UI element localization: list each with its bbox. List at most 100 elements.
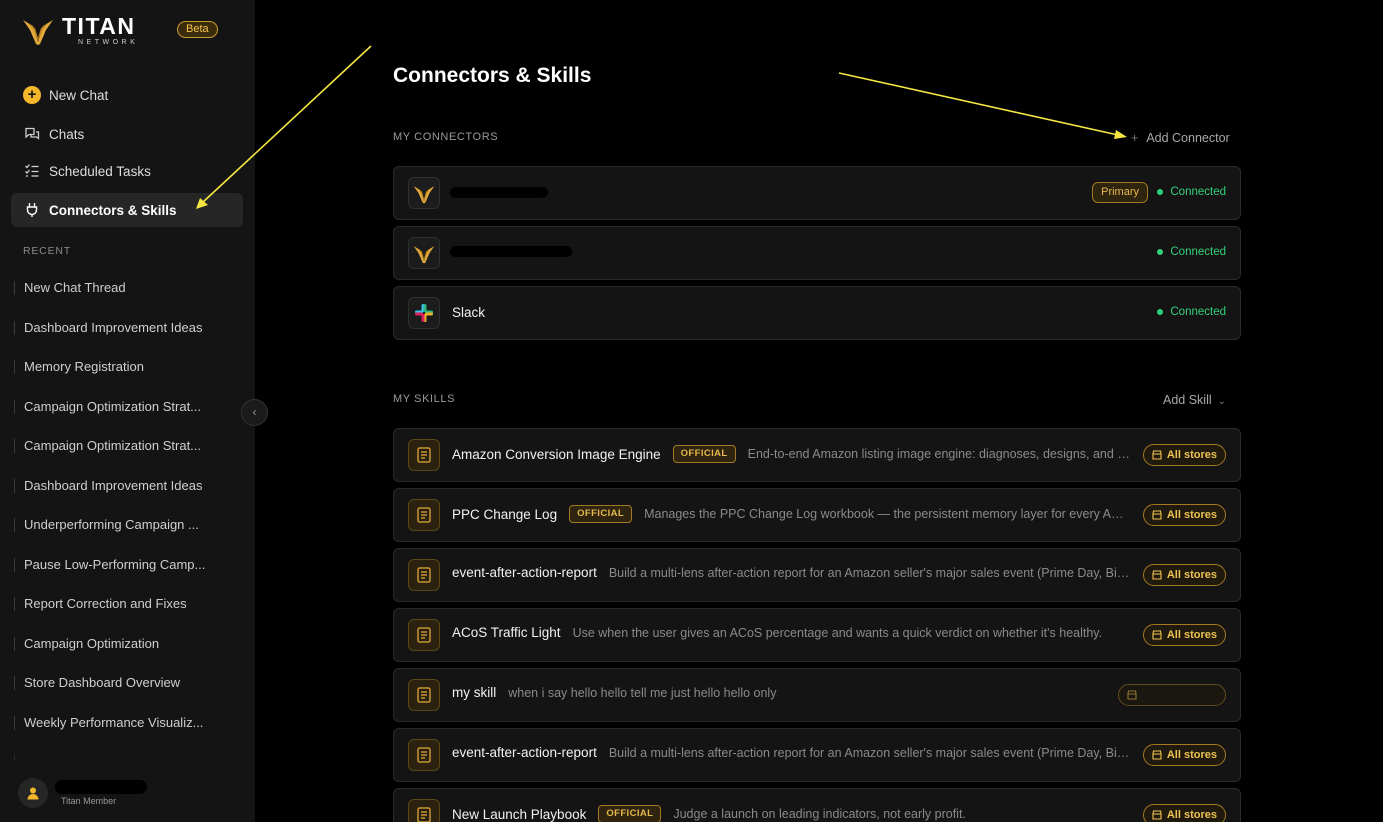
skill-card[interactable]: my skill when i say hello hello tell me …	[393, 668, 1241, 722]
recent-chat-item[interactable]: New Chat Thread	[14, 281, 214, 295]
skill-card[interactable]: PPC Change Log OFFICIAL Manages the PPC …	[393, 488, 1241, 542]
connector-logo	[408, 237, 440, 269]
redacted-user-name	[55, 780, 147, 794]
recent-chat-item[interactable]: Weekly Performance Visualiz...	[14, 716, 214, 730]
connector-card[interactable]: Connected	[393, 226, 1241, 280]
official-badge: OFFICIAL	[598, 805, 662, 822]
skill-description: when i say hello hello tell me just hell…	[508, 685, 777, 700]
titan-logo-icon	[413, 186, 435, 204]
annotation-arrow-add-connector	[838, 72, 1127, 139]
store-scope-badge[interactable]: All stores	[1142, 564, 1226, 586]
store-scope-label: All stores	[1166, 629, 1217, 641]
skill-card[interactable]: event-after-action-report Build a multi-…	[393, 548, 1241, 602]
store-scope-badge[interactable]: All stores	[1142, 444, 1226, 466]
store-scope-label: All stores	[1166, 569, 1217, 581]
document-icon	[408, 499, 440, 531]
connector-logo	[408, 297, 440, 329]
store-icon	[1152, 450, 1162, 460]
brand-logo[interactable]: TITAN NETWORK	[22, 14, 138, 46]
skill-name: event-after-action-report	[452, 745, 597, 760]
recent-chat-item[interactable]: Pause Low-Performing Camp...	[14, 558, 214, 572]
nav-label-connectors-skills: Connectors & Skills	[49, 202, 177, 218]
sidebar: TITAN NETWORK Beta + New Chat Chats Sche…	[0, 0, 255, 822]
store-scope-badge[interactable]: All stores	[1142, 804, 1226, 822]
add-connector-button[interactable]: + Add Connector	[1131, 131, 1230, 145]
beta-badge: Beta	[177, 21, 218, 38]
store-icon	[1127, 690, 1137, 700]
recent-chat-item[interactable]: Report Correction and Fixes	[14, 597, 214, 611]
skill-name: New Launch Playbook	[452, 806, 587, 822]
add-skill-label: Add Skill	[1163, 393, 1212, 407]
recent-chat-item-partial[interactable]	[14, 755, 214, 761]
skill-description: Build a multi-lens after-action report f…	[608, 565, 1130, 580]
connector-name: Slack	[452, 305, 486, 320]
nav-item-connectors-skills[interactable]: Connectors & Skills	[11, 193, 243, 227]
recent-chat-item[interactable]: Dashboard Improvement Ideas	[14, 479, 214, 493]
store-scope-label: All stores	[1166, 509, 1217, 521]
store-scope-label: All stores	[1166, 809, 1217, 821]
skills-section-label: MY SKILLS	[393, 393, 456, 405]
recent-chat-item[interactable]: Memory Registration	[14, 360, 214, 374]
new-chat-button[interactable]: + New Chat	[11, 78, 243, 112]
recent-chat-item[interactable]: Underperforming Campaign ...	[14, 518, 214, 532]
nav-item-chats[interactable]: Chats	[11, 117, 243, 151]
status-dot	[1157, 189, 1164, 195]
plus-icon: +	[1131, 131, 1139, 145]
nav-item-scheduled-tasks[interactable]: Scheduled Tasks	[11, 154, 243, 188]
recent-chat-item[interactable]: Campaign Optimization Strat...	[14, 439, 214, 453]
store-scope-badge[interactable]: All stores	[1142, 744, 1226, 766]
connection-status: Connected	[1157, 186, 1226, 198]
nav-label-scheduled-tasks: Scheduled Tasks	[49, 163, 151, 179]
recent-chat-item[interactable]: Dashboard Improvement Ideas	[14, 321, 214, 335]
document-icon	[408, 439, 440, 471]
document-icon	[408, 559, 440, 591]
skill-description: Manages the PPC Change Log workbook — th…	[644, 507, 1130, 521]
skill-card[interactable]: ACoS Traffic Light Use when the user giv…	[393, 608, 1241, 662]
redacted-connector-name	[450, 187, 548, 198]
chat-bubbles-icon	[23, 125, 41, 143]
skill-name: Amazon Conversion Image Engine	[452, 446, 661, 462]
brand-name: TITAN	[62, 12, 136, 39]
skill-name: PPC Change Log	[452, 506, 558, 522]
connector-logo	[408, 177, 440, 209]
user-role: Titan Member	[61, 796, 117, 806]
collapse-sidebar-button[interactable]: ‹	[241, 399, 268, 426]
official-badge: OFFICIAL	[672, 445, 736, 463]
page-title: Connectors & Skills	[393, 64, 592, 87]
official-badge: OFFICIAL	[569, 505, 633, 523]
status-dot	[1157, 309, 1164, 315]
skill-card[interactable]: Amazon Conversion Image Engine OFFICIAL …	[393, 428, 1241, 482]
connection-status: Connected	[1157, 246, 1226, 258]
skill-name: my skill	[452, 685, 497, 700]
skill-name: ACoS Traffic Light	[452, 625, 561, 640]
store-icon	[1152, 810, 1162, 820]
store-scope-badge[interactable]: All stores	[1142, 624, 1226, 646]
store-scope-badge[interactable]: All stores	[1142, 504, 1226, 526]
user-icon	[27, 787, 39, 800]
store-icon	[1152, 750, 1162, 760]
add-skill-button[interactable]: Add Skill ⌄	[1163, 393, 1226, 407]
add-connector-label: Add Connector	[1146, 131, 1230, 145]
store-scope-badge-redacted[interactable]	[1118, 684, 1226, 706]
skill-card[interactable]: New Launch Playbook OFFICIAL Judge a lau…	[393, 788, 1241, 822]
plug-icon	[23, 201, 41, 219]
skill-description: Use when the user gives an ACoS percenta…	[572, 625, 1103, 640]
user-profile[interactable]: Titan Member	[18, 778, 238, 808]
status-label: Connected	[1170, 246, 1226, 258]
titan-logo-icon	[23, 20, 53, 45]
primary-badge: Primary	[1092, 182, 1148, 203]
brand-subtitle: NETWORK	[78, 38, 139, 46]
recent-chat-item[interactable]: Store Dashboard Overview	[14, 676, 214, 690]
store-icon	[1152, 570, 1162, 580]
store-icon	[1152, 510, 1162, 520]
recent-chat-item[interactable]: Campaign Optimization Strat...	[14, 400, 214, 414]
connector-card-slack[interactable]: Slack Connected	[393, 286, 1241, 340]
skill-description: Build a multi-lens after-action report f…	[608, 745, 1130, 760]
redacted-connector-name	[450, 246, 572, 257]
connector-card[interactable]: Primary Connected	[393, 166, 1241, 220]
recent-section-label: RECENT	[23, 245, 71, 257]
connectors-section-label: MY CONNECTORS	[393, 131, 499, 143]
task-list-icon	[23, 162, 41, 180]
recent-chat-item[interactable]: Campaign Optimization	[14, 637, 214, 651]
skill-card[interactable]: event-after-action-report Build a multi-…	[393, 728, 1241, 782]
